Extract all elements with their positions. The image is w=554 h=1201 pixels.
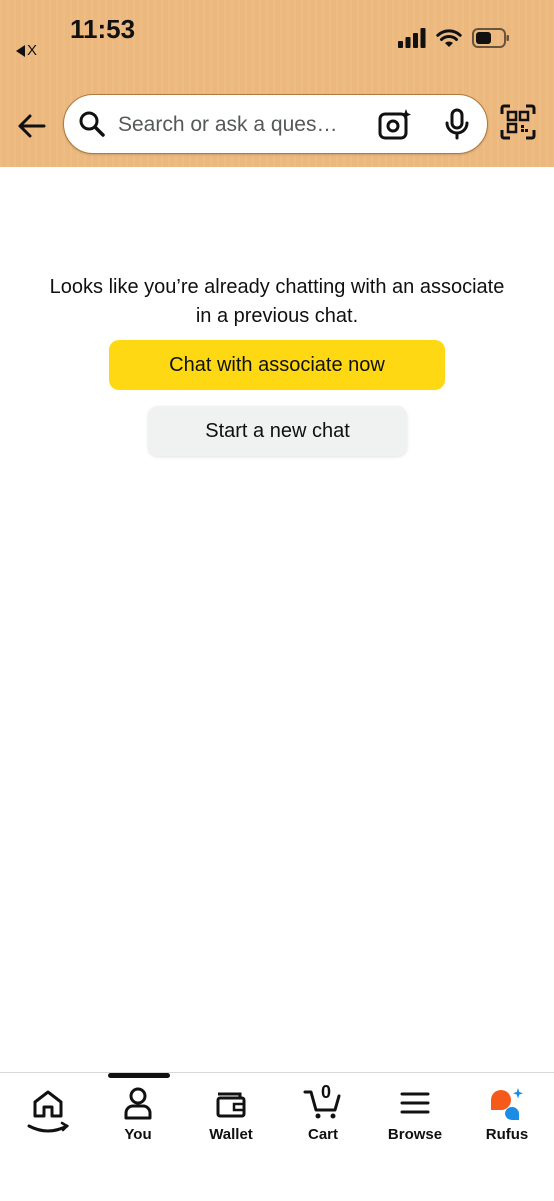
status-time: 11:53 [70, 14, 136, 44]
wallet-icon [216, 1092, 246, 1118]
microphone-icon[interactable] [442, 108, 472, 140]
active-tab-indicator [108, 1073, 170, 1078]
nav-rufus-label: Rufus [485, 1126, 529, 1143]
menu-icon [400, 1092, 430, 1114]
back-triangle-icon [16, 44, 25, 57]
status-indicators [398, 28, 510, 48]
nav-browse[interactable]: Browse [375, 1086, 455, 1143]
nav-you[interactable]: You [98, 1086, 178, 1143]
back-app-label: X [27, 42, 38, 59]
camera-search-icon[interactable] [378, 108, 412, 140]
app-header: 11:53 X [0, 0, 554, 167]
nav-cart-label: Cart [307, 1126, 338, 1143]
search-bar[interactable] [63, 94, 488, 154]
home-icon [27, 1090, 70, 1133]
signal-icon [398, 28, 426, 48]
already-chatting-message: Looks like you’re already chatting with … [0, 273, 554, 331]
search-input[interactable] [116, 109, 360, 141]
qr-scanner-icon[interactable] [500, 104, 536, 140]
nav-you-label: You [124, 1126, 152, 1143]
nav-cart[interactable]: 0 Cart [283, 1082, 363, 1143]
battery-icon [472, 28, 509, 48]
back-arrow-icon[interactable] [14, 108, 50, 144]
nav-home[interactable] [8, 1086, 88, 1138]
message-line-2: in a previous chat. [195, 305, 359, 327]
nav-wallet-label: Wallet [209, 1126, 253, 1143]
person-icon [124, 1087, 152, 1120]
wifi-icon [436, 29, 462, 47]
nav-browse-label: Browse [387, 1126, 443, 1143]
back-to-app-link[interactable]: X [16, 42, 37, 59]
chat-with-associate-button[interactable]: Chat with associate now [109, 340, 445, 390]
start-new-chat-button[interactable]: Start a new chat [148, 406, 407, 456]
search-icon [79, 111, 105, 137]
nav-wallet[interactable]: Wallet [191, 1086, 271, 1143]
cart-count: 0 [321, 1082, 332, 1102]
rufus-icon [491, 1088, 523, 1120]
message-line-1: Looks like you’re already chatting with … [49, 276, 505, 298]
nav-rufus[interactable]: Rufus [467, 1086, 547, 1143]
